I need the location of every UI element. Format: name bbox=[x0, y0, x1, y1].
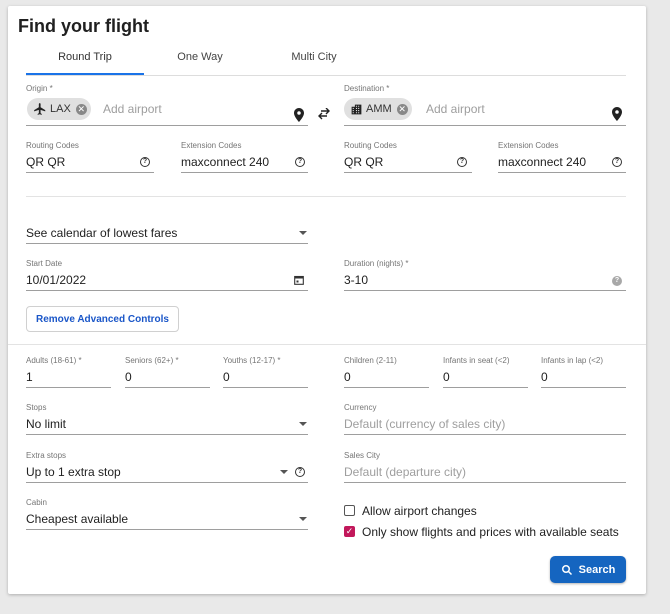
destination-extension-label: Extension Codes bbox=[498, 141, 559, 150]
infants-lap-label: Infants in lap (<2) bbox=[541, 356, 604, 365]
available-seats-label[interactable]: Only show flights and prices with availa… bbox=[362, 525, 619, 539]
sales-city-underline bbox=[344, 482, 626, 483]
start-date-underline bbox=[26, 290, 308, 291]
building-icon bbox=[351, 104, 362, 114]
seniors-underline bbox=[125, 387, 210, 388]
remove-origin-icon[interactable]: ✕ bbox=[75, 103, 87, 115]
section-divider bbox=[26, 196, 626, 197]
search-button-label: Search bbox=[578, 563, 616, 576]
start-date-label: Start Date bbox=[26, 259, 63, 268]
flight-search-card: Find your flight Round Trip One Way Mult… bbox=[8, 6, 646, 594]
chevron-down-icon[interactable] bbox=[299, 422, 307, 426]
remove-advanced-controls-button[interactable]: Remove Advanced Controls bbox=[26, 306, 179, 332]
help-icon[interactable]: ? bbox=[295, 157, 305, 167]
section-divider bbox=[8, 344, 646, 345]
destination-chip-label: AMM bbox=[366, 103, 392, 115]
youths-input[interactable]: 0 bbox=[223, 370, 230, 384]
origin-input[interactable]: Add airport bbox=[103, 102, 162, 116]
allow-airport-changes-checkbox[interactable] bbox=[344, 505, 355, 516]
children-underline bbox=[344, 387, 429, 388]
origin-label: Origin * bbox=[26, 84, 53, 93]
extra-stops-select[interactable]: Up to 1 extra stop bbox=[26, 465, 121, 479]
destination-routing-underline bbox=[344, 172, 472, 173]
origin-routing-underline bbox=[26, 172, 154, 173]
origin-chip-label: LAX bbox=[50, 103, 71, 115]
cabin-select[interactable]: Cheapest available bbox=[26, 512, 128, 526]
currency-label: Currency bbox=[344, 403, 377, 412]
swap-icon[interactable] bbox=[317, 108, 331, 120]
help-icon[interactable]: ? bbox=[612, 276, 622, 286]
search-icon bbox=[561, 564, 572, 575]
tab-multi-city[interactable]: Multi City bbox=[258, 51, 370, 77]
children-label: Children (2-11) bbox=[344, 356, 397, 365]
search-button[interactable]: Search bbox=[550, 556, 626, 583]
duration-underline bbox=[344, 290, 626, 291]
destination-routing-input[interactable]: QR QR bbox=[344, 155, 383, 169]
adults-underline bbox=[26, 387, 111, 388]
location-pin-icon[interactable] bbox=[611, 107, 623, 121]
active-tab-indicator bbox=[26, 73, 144, 75]
stops-underline bbox=[26, 434, 308, 435]
infants-seat-underline bbox=[443, 387, 528, 388]
calendar-select[interactable]: See calendar of lowest fares bbox=[26, 226, 177, 240]
help-icon[interactable]: ? bbox=[457, 157, 467, 167]
calendar-select-underline bbox=[26, 243, 308, 244]
infants-seat-input[interactable]: 0 bbox=[443, 370, 450, 384]
destination-label: Destination * bbox=[344, 84, 390, 93]
origin-routing-input[interactable]: QR QR bbox=[26, 155, 65, 169]
help-icon[interactable]: ? bbox=[295, 467, 305, 477]
origin-underline bbox=[26, 125, 308, 126]
origin-chip[interactable]: LAX ✕ bbox=[27, 98, 91, 120]
origin-extension-input[interactable]: maxconnect 240 bbox=[181, 155, 269, 169]
destination-routing-label: Routing Codes bbox=[344, 141, 397, 150]
stops-select[interactable]: No limit bbox=[26, 417, 66, 431]
origin-routing-label: Routing Codes bbox=[26, 141, 79, 150]
tabs-divider bbox=[26, 75, 626, 76]
extra-stops-label: Extra stops bbox=[26, 451, 67, 460]
infants-lap-input[interactable]: 0 bbox=[541, 370, 548, 384]
page-title: Find your flight bbox=[18, 16, 149, 36]
location-pin-icon[interactable] bbox=[293, 108, 305, 122]
children-input[interactable]: 0 bbox=[344, 370, 351, 384]
origin-extension-underline bbox=[181, 172, 308, 173]
origin-extension-label: Extension Codes bbox=[181, 141, 242, 150]
chevron-down-icon[interactable] bbox=[299, 517, 307, 521]
seniors-label: Seniors (62+) * bbox=[125, 356, 179, 365]
destination-input[interactable]: Add airport bbox=[426, 102, 485, 116]
destination-extension-underline bbox=[498, 172, 626, 173]
destination-underline bbox=[344, 125, 626, 126]
currency-input[interactable]: Default (currency of sales city) bbox=[344, 417, 505, 431]
remove-destination-icon[interactable]: ✕ bbox=[396, 103, 408, 115]
chevron-down-icon[interactable] bbox=[299, 231, 307, 235]
youths-label: Youths (12-17) * bbox=[223, 356, 281, 365]
start-date-input[interactable]: 10/01/2022 bbox=[26, 273, 86, 287]
adults-input[interactable]: 1 bbox=[26, 370, 33, 384]
chevron-down-icon[interactable] bbox=[280, 470, 288, 474]
destination-extension-input[interactable]: maxconnect 240 bbox=[498, 155, 586, 169]
help-icon[interactable]: ? bbox=[612, 157, 622, 167]
allow-airport-changes-label[interactable]: Allow airport changes bbox=[362, 504, 477, 518]
seniors-input[interactable]: 0 bbox=[125, 370, 132, 384]
duration-label: Duration (nights) * bbox=[344, 259, 409, 268]
infants-seat-label: Infants in seat (<2) bbox=[443, 356, 510, 365]
currency-underline bbox=[344, 434, 626, 435]
duration-input[interactable]: 3-10 bbox=[344, 273, 368, 287]
stops-label: Stops bbox=[26, 403, 47, 412]
tab-one-way[interactable]: One Way bbox=[144, 51, 256, 77]
available-seats-checkbox[interactable]: ✓ bbox=[344, 526, 355, 537]
destination-chip[interactable]: AMM ✕ bbox=[344, 98, 412, 120]
sales-city-input[interactable]: Default (departure city) bbox=[344, 465, 466, 479]
youths-underline bbox=[223, 387, 308, 388]
sales-city-label: Sales City bbox=[344, 451, 381, 460]
cabin-underline bbox=[26, 529, 308, 530]
calendar-icon[interactable] bbox=[294, 275, 304, 285]
airplane-icon bbox=[34, 103, 46, 115]
adults-label: Adults (18-61) * bbox=[26, 356, 82, 365]
extra-stops-underline bbox=[26, 482, 308, 483]
cabin-label: Cabin bbox=[26, 498, 47, 507]
infants-lap-underline bbox=[541, 387, 626, 388]
help-icon[interactable]: ? bbox=[140, 157, 150, 167]
